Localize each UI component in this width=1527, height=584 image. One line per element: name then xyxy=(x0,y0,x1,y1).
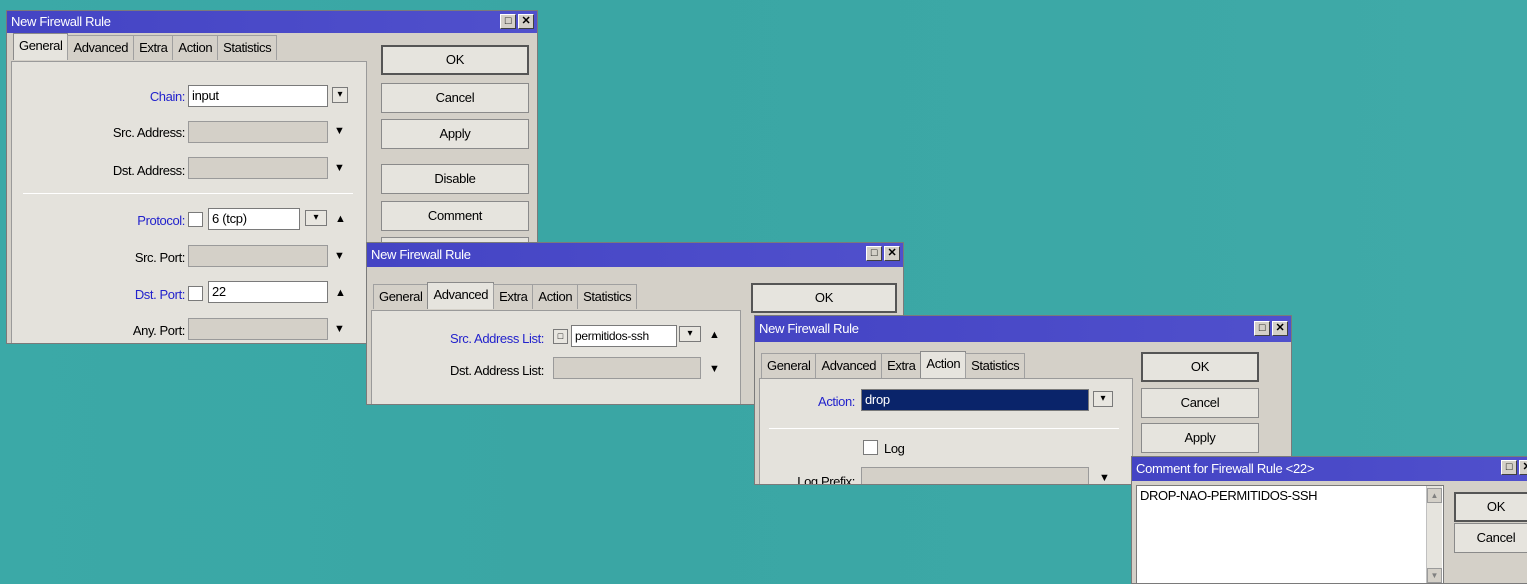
comment-button[interactable]: Comment xyxy=(381,201,529,231)
dst-port-collapse-icon[interactable]: ▲ xyxy=(335,287,346,299)
window-titlebar[interactable]: New Firewall Rule □ ✕ xyxy=(755,316,1291,342)
maximize-icon[interactable]: □ xyxy=(866,246,882,261)
tab-extra[interactable]: Extra xyxy=(133,35,174,60)
apply-button[interactable]: Apply xyxy=(381,119,529,149)
chain-label: Chain: xyxy=(149,89,186,104)
src-address-list-dropdown-icon[interactable]: ▾ xyxy=(679,326,701,342)
dst-port-label: Dst. Port: xyxy=(134,287,186,302)
tab-statistics[interactable]: Statistics xyxy=(965,353,1026,378)
tab-general[interactable]: General xyxy=(13,33,69,60)
action-field[interactable]: drop xyxy=(861,389,1089,411)
divider xyxy=(769,428,1119,429)
comment-window: Comment for Firewall Rule <22> □ ✕ DROP-… xyxy=(1131,456,1527,584)
protocol-invert-checkbox[interactable] xyxy=(188,212,203,227)
src-address-expand-icon[interactable]: ▼ xyxy=(334,125,345,137)
tab-action[interactable]: Action xyxy=(532,284,579,309)
window-title: New Firewall Rule xyxy=(371,247,471,262)
close-icon[interactable]: ✕ xyxy=(1272,321,1288,336)
disable-button[interactable]: Disable xyxy=(381,164,529,194)
dst-address-list-expand-icon[interactable]: ▼ xyxy=(709,363,720,375)
any-port-expand-icon[interactable]: ▼ xyxy=(334,323,345,335)
src-address-field[interactable] xyxy=(188,121,328,143)
close-icon[interactable]: ✕ xyxy=(884,246,900,261)
src-address-label: Src. Address: xyxy=(112,125,186,140)
log-prefix-field[interactable] xyxy=(861,467,1089,484)
src-port-expand-icon[interactable]: ▼ xyxy=(334,250,345,262)
window-title: New Firewall Rule xyxy=(11,14,111,29)
ok-button[interactable]: OK xyxy=(381,45,529,75)
dst-address-label: Dst. Address: xyxy=(112,163,186,178)
tab-extra[interactable]: Extra xyxy=(881,353,922,378)
comment-text: DROP-NAO-PERMITIDOS-SSH xyxy=(1140,488,1318,503)
maximize-icon[interactable]: □ xyxy=(1254,321,1270,336)
comment-textarea[interactable]: DROP-NAO-PERMITIDOS-SSH xyxy=(1136,485,1444,583)
comment-scrollbar[interactable]: ▲ ▼ xyxy=(1426,486,1442,583)
tab-general[interactable]: General xyxy=(373,284,429,309)
maximize-icon[interactable]: □ xyxy=(1501,460,1517,475)
apply-button[interactable]: Apply xyxy=(1141,423,1259,453)
divider xyxy=(23,193,353,194)
tab-general[interactable]: General xyxy=(761,353,817,378)
dst-address-list-field[interactable] xyxy=(553,357,701,379)
log-label: Log xyxy=(884,441,905,456)
tab-action[interactable]: Action xyxy=(172,35,219,60)
protocol-collapse-icon[interactable]: ▲ xyxy=(335,213,346,225)
tab-extra[interactable]: Extra xyxy=(493,284,534,309)
tab-statistics[interactable]: Statistics xyxy=(577,284,638,309)
log-prefix-label: Log Prefix: xyxy=(797,474,855,485)
scroll-up-icon[interactable]: ▲ xyxy=(1427,488,1442,503)
log-checkbox[interactable] xyxy=(863,440,878,455)
window-titlebar[interactable]: New Firewall Rule □ ✕ xyxy=(7,11,537,33)
src-address-list-field[interactable]: permitidos-ssh xyxy=(571,325,677,347)
src-port-label: Src. Port: xyxy=(134,250,186,265)
window-titlebar[interactable]: New Firewall Rule □ ✕ xyxy=(367,243,903,267)
src-address-list-label: Src. Address List: xyxy=(450,331,544,346)
window-titlebar[interactable]: Comment for Firewall Rule <22> □ ✕ xyxy=(1132,457,1527,481)
action-label: Action: xyxy=(818,394,855,409)
src-port-field[interactable] xyxy=(188,245,328,267)
close-icon[interactable]: ✕ xyxy=(1519,460,1527,475)
window-title: Comment for Firewall Rule <22> xyxy=(1136,461,1315,476)
tab-advanced[interactable]: Advanced xyxy=(67,35,135,60)
ok-button[interactable]: OK xyxy=(1454,492,1527,522)
src-address-list-invert-icon[interactable]: □ xyxy=(553,329,568,344)
dst-port-invert-checkbox[interactable] xyxy=(188,286,203,301)
scroll-down-icon[interactable]: ▼ xyxy=(1427,568,1442,583)
window-title: New Firewall Rule xyxy=(759,321,859,336)
protocol-dropdown-icon[interactable]: ▾ xyxy=(305,210,327,226)
dst-port-field[interactable]: 22 xyxy=(208,281,328,303)
dst-address-list-label: Dst. Address List: xyxy=(450,363,544,378)
log-prefix-expand-icon[interactable]: ▼ xyxy=(1099,472,1110,484)
cancel-button[interactable]: Cancel xyxy=(381,83,529,113)
tab-action[interactable]: Action xyxy=(920,351,967,378)
tab-statistics[interactable]: Statistics xyxy=(217,35,278,60)
cancel-button[interactable]: Cancel xyxy=(1454,523,1527,553)
ok-button[interactable]: OK xyxy=(1141,352,1259,382)
cancel-button[interactable]: Cancel xyxy=(1141,388,1259,418)
dst-address-expand-icon[interactable]: ▼ xyxy=(334,162,345,174)
dst-address-field[interactable] xyxy=(188,157,328,179)
chain-dropdown-icon[interactable]: ▾ xyxy=(332,87,348,103)
maximize-icon[interactable]: □ xyxy=(500,14,516,29)
src-address-list-collapse-icon[interactable]: ▲ xyxy=(709,329,720,341)
action-dropdown-icon[interactable]: ▾ xyxy=(1093,391,1113,407)
ok-button[interactable]: OK xyxy=(751,283,897,313)
tab-advanced[interactable]: Advanced xyxy=(427,282,495,309)
any-port-label: Any. Port: xyxy=(132,323,186,338)
any-port-field[interactable] xyxy=(188,318,328,340)
protocol-label: Protocol: xyxy=(137,213,185,228)
tab-advanced[interactable]: Advanced xyxy=(815,353,883,378)
chain-field[interactable]: input xyxy=(188,85,328,107)
protocol-field[interactable]: 6 (tcp) xyxy=(208,208,300,230)
close-icon[interactable]: ✕ xyxy=(518,14,534,29)
